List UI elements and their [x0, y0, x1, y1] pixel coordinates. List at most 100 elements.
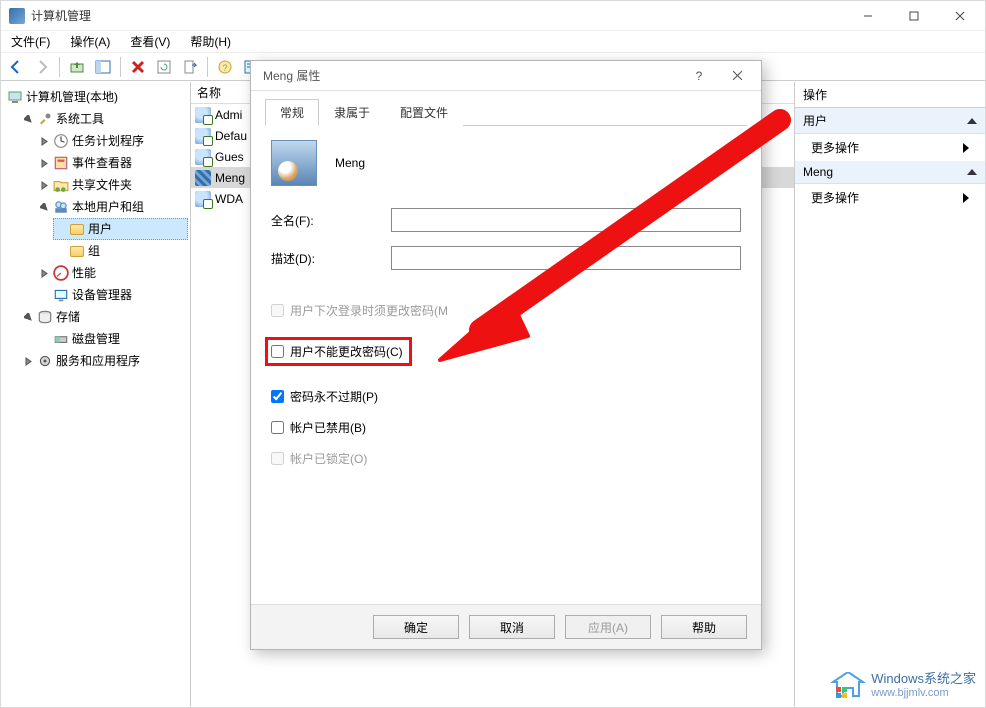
dialog-footer: 确定 取消 应用(A) 帮助	[251, 604, 761, 649]
user-icon	[195, 128, 211, 144]
expand-icon[interactable]	[39, 180, 50, 191]
cancel-button[interactable]: 取消	[469, 615, 555, 639]
tree-event-viewer[interactable]: 事件查看器	[37, 152, 188, 174]
tree-label: 用户	[88, 219, 112, 239]
show-hide-tree-button[interactable]	[92, 56, 114, 78]
watermark: Windows系统之家 www.bjjmlv.com	[831, 671, 976, 700]
tree-services-apps[interactable]: 服务和应用程序	[21, 350, 188, 372]
watermark-logo-icon	[831, 672, 865, 700]
tab-profile[interactable]: 配置文件	[385, 99, 463, 126]
expand-icon[interactable]	[39, 158, 50, 169]
actions-group-users[interactable]: 用户	[795, 108, 985, 134]
expand-icon[interactable]	[23, 356, 34, 367]
user-header: Meng	[271, 140, 741, 186]
tree-root[interactable]: 计算机管理(本地)	[5, 86, 188, 108]
description-input[interactable]	[391, 246, 741, 270]
dialog-help-button[interactable]: ?	[681, 63, 717, 89]
titlebar: 计算机管理	[1, 1, 985, 31]
submenu-icon	[963, 143, 969, 153]
list-item-label: Admi	[215, 108, 242, 122]
users-groups-icon	[53, 199, 69, 215]
ok-button[interactable]: 确定	[373, 615, 459, 639]
export-list-button[interactable]	[179, 56, 201, 78]
maximize-button[interactable]	[891, 1, 937, 31]
actions-group-label: Meng	[803, 165, 833, 179]
tree-label: 本地用户和组	[72, 197, 144, 217]
actions-item-label: 更多操作	[811, 189, 859, 206]
watermark-line2: www.bjjmlv.com	[871, 687, 976, 700]
list-item-label: Meng	[215, 171, 245, 185]
tree-label: 服务和应用程序	[56, 351, 140, 371]
list-item-label: Gues	[215, 150, 244, 164]
account-disabled-checkbox[interactable]	[271, 421, 284, 434]
user-name-label: Meng	[335, 156, 365, 170]
must-change-checkbox	[271, 304, 284, 317]
menu-view[interactable]: 查看(V)	[126, 31, 174, 52]
apply-button[interactable]: 应用(A)	[565, 615, 651, 639]
delete-button[interactable]	[127, 56, 149, 78]
tree-label: 性能	[72, 263, 96, 283]
submenu-icon	[963, 193, 969, 203]
refresh-button[interactable]	[153, 56, 175, 78]
cannot-change-row[interactable]: 用户不能更改密码(C)	[271, 343, 403, 360]
tree-task-scheduler[interactable]: 任务计划程序	[37, 130, 188, 152]
nav-back-button[interactable]	[5, 56, 27, 78]
collapse-icon[interactable]	[39, 202, 50, 213]
user-icon	[195, 191, 211, 207]
nav-forward-button[interactable]	[31, 56, 53, 78]
never-expires-row[interactable]: 密码永不过期(P)	[271, 388, 741, 405]
menubar: 文件(F) 操作(A) 查看(V) 帮助(H)	[1, 31, 985, 53]
user-icon	[195, 149, 211, 165]
dialog-body: 常规 隶属于 配置文件 Meng 全名(F): 描述(D): 用户下次登录时须更…	[251, 91, 761, 487]
account-disabled-row[interactable]: 帐户已禁用(B)	[271, 419, 741, 436]
tree-label: 存储	[56, 307, 80, 327]
tree-label: 共享文件夹	[72, 175, 132, 195]
tree-label: 组	[88, 241, 100, 261]
description-label: 描述(D):	[271, 250, 391, 267]
folder-icon	[69, 243, 85, 259]
collapse-icon[interactable]	[23, 114, 34, 125]
user-icon	[195, 107, 211, 123]
user-icon	[195, 170, 211, 186]
minimize-button[interactable]	[845, 1, 891, 31]
tab-general-content: Meng 全名(F): 描述(D): 用户下次登录时须更改密码(M 用户不能更改…	[265, 126, 747, 487]
cannot-change-checkbox[interactable]	[271, 345, 284, 358]
tree-label: 设备管理器	[72, 285, 132, 305]
shared-folder-icon	[53, 177, 69, 193]
close-button[interactable]	[937, 1, 983, 31]
actions-more-meng[interactable]: 更多操作	[795, 184, 985, 211]
tree-storage[interactable]: 存储	[21, 306, 188, 328]
tab-general[interactable]: 常规	[265, 99, 319, 126]
tree-disk-management[interactable]: 磁盘管理	[37, 328, 188, 350]
collapse-icon[interactable]	[23, 312, 34, 323]
actions-group-meng[interactable]: Meng	[795, 161, 985, 184]
menu-file[interactable]: 文件(F)	[7, 31, 54, 52]
actions-more-users[interactable]: 更多操作	[795, 134, 985, 161]
navigation-tree[interactable]: 计算机管理(本地) 系统工具	[1, 82, 191, 707]
expand-icon[interactable]	[39, 136, 50, 147]
dialog-close-button[interactable]	[719, 63, 755, 89]
window-controls	[845, 1, 983, 31]
leaf-icon	[55, 224, 66, 235]
help-button[interactable]: 帮助	[661, 615, 747, 639]
menu-help[interactable]: 帮助(H)	[186, 31, 235, 52]
clock-icon	[53, 133, 69, 149]
tree-performance[interactable]: 性能	[37, 262, 188, 284]
menu-action[interactable]: 操作(A)	[66, 31, 114, 52]
tab-member-of[interactable]: 隶属于	[319, 99, 385, 126]
expand-icon[interactable]	[39, 268, 50, 279]
tree-local-users-groups[interactable]: 本地用户和组	[37, 196, 188, 218]
account-locked-checkbox	[271, 452, 284, 465]
account-locked-label: 帐户已锁定(O)	[290, 450, 367, 467]
tree-groups[interactable]: 组	[53, 240, 188, 262]
services-icon	[37, 353, 53, 369]
help-button[interactable]: ?	[214, 56, 236, 78]
never-expires-checkbox[interactable]	[271, 390, 284, 403]
tree-shared-folders[interactable]: 共享文件夹	[37, 174, 188, 196]
fullname-input[interactable]	[391, 208, 741, 232]
tree-users[interactable]: 用户	[53, 218, 188, 240]
tree-device-manager[interactable]: 设备管理器	[37, 284, 188, 306]
actions-pane-title: 操作	[795, 82, 985, 108]
up-level-button[interactable]	[66, 56, 88, 78]
tree-system-tools[interactable]: 系统工具	[21, 108, 188, 130]
